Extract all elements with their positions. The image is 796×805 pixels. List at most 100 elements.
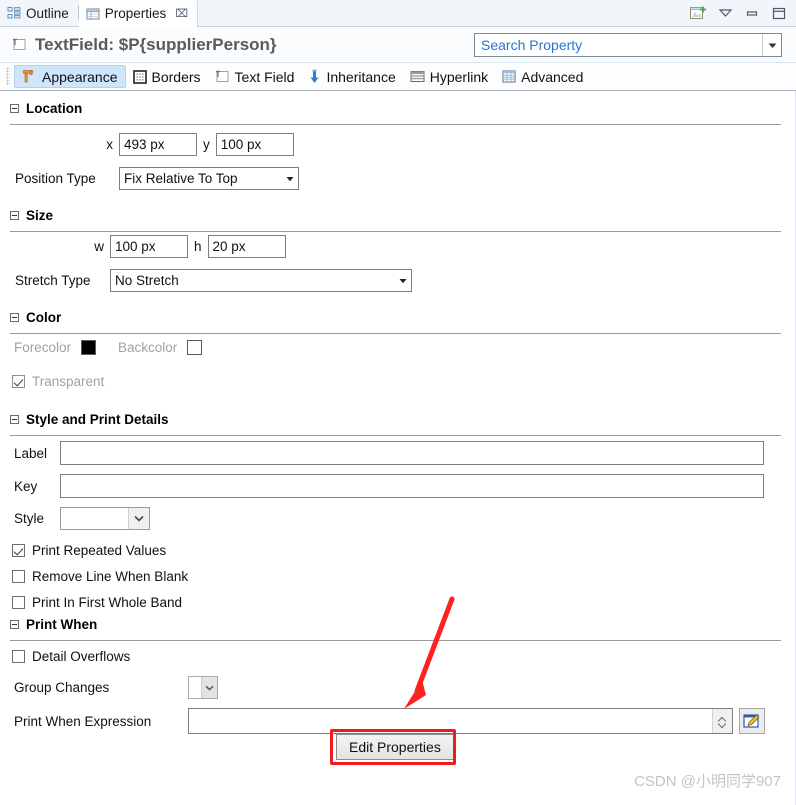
backcolor-swatch[interactable] [187, 340, 203, 355]
print-in-first-whole-band-checkbox[interactable] [12, 596, 25, 609]
print-when-expression-label: Print When Expression [14, 713, 152, 729]
section-title: Style and Print Details [26, 412, 169, 427]
collapse-icon[interactable] [10, 313, 19, 322]
tab-label: Text Field [234, 68, 295, 85]
remove-line-when-blank-checkbox[interactable] [12, 570, 25, 583]
stretch-type-select[interactable]: No Stretch [110, 269, 412, 292]
size-wh-row: w h [0, 235, 795, 258]
tab-advanced[interactable]: Advanced [495, 65, 590, 88]
transparent-checkbox[interactable] [12, 375, 25, 388]
inheritance-icon [308, 69, 321, 84]
chevron-down-icon[interactable] [282, 176, 298, 182]
group-changes-select[interactable] [188, 676, 218, 699]
key-input[interactable] [60, 474, 764, 498]
section-divider [10, 333, 781, 334]
section-header-size[interactable]: Size [0, 208, 53, 223]
chevron-down-icon[interactable] [719, 722, 726, 726]
w-label: w [94, 239, 104, 254]
minimize-icon[interactable] [744, 6, 760, 21]
collapse-icon[interactable] [10, 620, 19, 629]
group-changes-row: Group Changes [14, 676, 218, 699]
view-tab-label: Properties [104, 6, 167, 21]
open-expression-editor-button[interactable] [739, 708, 765, 734]
view-tab-outline[interactable]: Outline [0, 0, 78, 26]
detail-overflows-checkbox[interactable] [12, 650, 25, 663]
view-menu-icon[interactable] [717, 6, 733, 21]
section-title: Print When [26, 617, 98, 632]
watermark: CSDN @小明同学907 [634, 773, 781, 790]
label-label: Label [14, 445, 48, 461]
toolbar-drag-handle[interactable] [6, 67, 10, 86]
forecolor-swatch[interactable] [81, 340, 97, 355]
search-property-field[interactable]: Search Property [474, 33, 782, 57]
outline-icon [7, 6, 21, 20]
stretch-type-label: Stretch Type [15, 273, 91, 288]
h-input[interactable] [207, 235, 286, 258]
chevron-down-icon[interactable] [395, 278, 411, 284]
y-input[interactable] [215, 133, 294, 156]
hyperlink-icon [410, 70, 425, 83]
section-header-print-when[interactable]: Print When [0, 617, 97, 632]
style-row: Style [14, 507, 150, 530]
tab-label: Hyperlink [429, 68, 489, 85]
position-type-value: Fix Relative To Top [124, 171, 238, 186]
forecolor-label: Forecolor [14, 340, 72, 355]
view-tab-label: Outline [26, 5, 69, 21]
properties-body: Location x y Position Type Fix Relative … [0, 91, 796, 805]
remove-line-when-blank-row[interactable]: Remove Line When Blank [12, 569, 188, 584]
chevron-down-icon[interactable] [762, 34, 781, 56]
property-tab-bar: Appearance Borders Text Field Inheritanc… [0, 63, 796, 91]
label-input[interactable] [60, 441, 764, 465]
tab-inheritance[interactable]: Inheritance [301, 65, 402, 88]
properties-view: Outline Properties ⌧ TextField: $P{suppl… [0, 0, 796, 805]
color-row: Forecolor Backcolor [14, 340, 203, 355]
property-header: TextField: $P{supplierPerson} Search Pro… [0, 27, 796, 63]
position-type-select[interactable]: Fix Relative To Top [119, 167, 299, 190]
tab-borders[interactable]: Borders [126, 65, 208, 88]
view-tab-bar: Outline Properties ⌧ [0, 0, 796, 27]
print-repeated-values-row[interactable]: Print Repeated Values [12, 543, 166, 558]
annotation-arrow-icon [404, 596, 455, 709]
tab-text-field[interactable]: Text Field [208, 65, 302, 88]
transparent-checkbox-row[interactable]: Transparent [12, 374, 104, 389]
section-header-color[interactable]: Color [0, 310, 61, 325]
section-header-location[interactable]: Location [0, 101, 82, 116]
collapse-icon[interactable] [10, 415, 19, 424]
search-input[interactable]: Search Property [475, 37, 762, 53]
w-input[interactable] [110, 235, 188, 258]
tab-appearance[interactable]: Appearance [14, 65, 126, 88]
advanced-icon [502, 70, 516, 83]
x-input[interactable] [119, 133, 197, 156]
tab-label: Inheritance [326, 68, 396, 85]
collapse-icon[interactable] [10, 211, 19, 220]
tab-hyperlink[interactable]: Hyperlink [403, 65, 495, 88]
stretch-type-row: Stretch Type No Stretch [0, 269, 795, 292]
y-label: y [203, 137, 210, 152]
chevron-down-icon[interactable] [128, 508, 149, 529]
style-label: Style [14, 511, 45, 526]
new-properties-view-icon[interactable] [690, 6, 706, 21]
print-repeated-values-checkbox[interactable] [12, 544, 25, 557]
view-toolbar [690, 0, 796, 26]
expression-stepper[interactable] [712, 709, 732, 733]
x-label: x [106, 137, 113, 152]
collapse-icon[interactable] [10, 104, 19, 113]
style-select[interactable] [60, 507, 150, 530]
position-type-row: Position Type Fix Relative To Top [0, 167, 795, 190]
position-type-label: Position Type [15, 171, 96, 186]
maximize-icon[interactable] [771, 6, 787, 21]
properties-icon [86, 7, 100, 21]
close-icon[interactable]: ⌧ [175, 7, 188, 20]
h-label: h [194, 239, 202, 254]
appearance-icon [22, 69, 37, 84]
page-title: TextField: $P{supplierPerson} [35, 34, 277, 54]
checkbox-label: Remove Line When Blank [32, 569, 189, 584]
tab-label: Borders [151, 68, 201, 85]
section-header-style-print-details[interactable]: Style and Print Details [0, 412, 169, 427]
view-tab-properties[interactable]: Properties ⌧ [78, 0, 198, 27]
section-divider [10, 435, 781, 436]
chevron-down-icon[interactable] [201, 677, 217, 698]
detail-overflows-row[interactable]: Detail Overflows [12, 649, 130, 664]
print-in-first-whole-band-row[interactable]: Print In First Whole Band [12, 595, 182, 610]
tab-label: Advanced [521, 68, 584, 85]
